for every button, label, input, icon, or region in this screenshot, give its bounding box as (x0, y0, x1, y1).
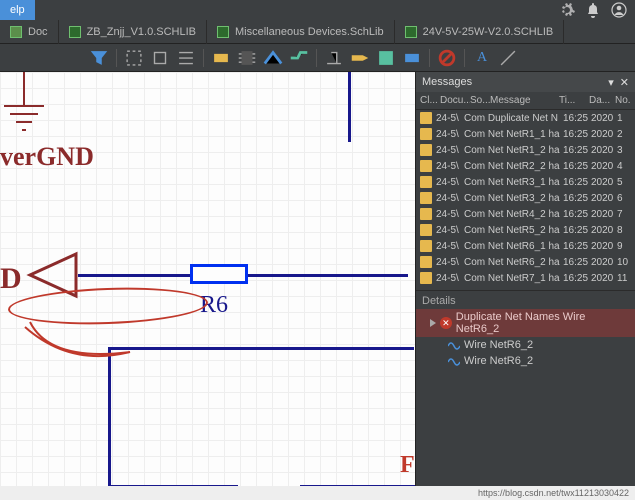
folder-icon (420, 128, 432, 140)
message-row[interactable]: 24-5\Com Net NetR7_1 ha16:25202011 (416, 270, 635, 286)
place-ic-icon[interactable] (236, 47, 258, 69)
wire-top-right (348, 72, 351, 142)
folder-icon (420, 160, 432, 172)
message-row[interactable]: 24-5\Com Net NetR1_1 ha16:2520202 (416, 126, 635, 142)
tab-label: ZB_Znjj_V1.0.SCHLIB (87, 26, 196, 38)
messages-title: Messages (422, 76, 472, 88)
document-tabs: Doc ZB_Znjj_V1.0.SCHLIB Miscellaneous De… (0, 20, 635, 44)
tab-24v[interactable]: 24V-5V-25W-V2.0.SCHLIB (395, 20, 565, 44)
menu-help[interactable]: elp (0, 0, 35, 20)
folder-icon (420, 224, 432, 236)
folder-icon (420, 256, 432, 268)
label-d: D (0, 262, 22, 296)
port-d-triangle (26, 250, 86, 300)
panel-close-icon[interactable]: ✕ (620, 76, 629, 89)
tab-label: Doc (28, 26, 48, 38)
message-row[interactable]: 24-5\Com Net NetR5_2 ha16:2520208 (416, 222, 635, 238)
messages-list[interactable]: 24-5\Com Duplicate Net N16:252020124-5\C… (416, 110, 635, 286)
detail-wire-text: Wire NetR6_2 (464, 355, 533, 367)
resistor-r6 (190, 264, 248, 284)
label-f-cut: F (400, 452, 415, 479)
line-icon[interactable] (497, 47, 519, 69)
error-icon: ✕ (440, 317, 452, 329)
message-row[interactable]: 24-5\Com Duplicate Net N16:2520201 (416, 110, 635, 126)
place-harness-icon[interactable] (401, 47, 423, 69)
message-row[interactable]: 24-5\Com Net NetR2_2 ha16:2520204 (416, 158, 635, 174)
user-icon[interactable] (611, 2, 627, 18)
text-icon[interactable]: A (471, 47, 493, 69)
expand-triangle-icon[interactable] (430, 319, 436, 327)
folder-icon (420, 112, 432, 124)
tab-misc-devices[interactable]: Miscellaneous Devices.SchLib (207, 20, 395, 44)
wire-icon (448, 341, 460, 349)
folder-icon (420, 192, 432, 204)
menubar: elp (0, 0, 635, 20)
message-row[interactable]: 24-5\Com Net NetR6_1 ha16:2520209 (416, 238, 635, 254)
power-gnd-symbol (0, 72, 70, 152)
folder-icon (420, 272, 432, 284)
panel-menu-icon[interactable]: ▾ (608, 76, 614, 89)
gear-icon[interactable] (559, 2, 575, 18)
bell-icon[interactable] (585, 2, 601, 18)
wire-rect-top (108, 347, 414, 350)
message-row[interactable]: 24-5\Com Net NetR1_2 ha16:2520203 (416, 142, 635, 158)
folder-icon (420, 176, 432, 188)
detail-wire-row[interactable]: Wire NetR6_2 (416, 337, 635, 353)
place-wire-icon[interactable] (262, 47, 284, 69)
message-row[interactable]: 24-5\Com Net NetR4_2 ha16:2520207 (416, 206, 635, 222)
tab-label: Miscellaneous Devices.SchLib (235, 26, 384, 38)
select-icon[interactable] (123, 47, 145, 69)
detail-wire-row[interactable]: Wire NetR6_2 (416, 353, 635, 369)
label-r6: R6 (200, 292, 228, 319)
detail-error-row[interactable]: ✕ Duplicate Net Names Wire NetR6_2 (416, 309, 635, 337)
messages-panel-header[interactable]: Messages ▾ ✕ (416, 72, 635, 92)
wire-rect-left (108, 347, 111, 486)
messages-panel: Messages ▾ ✕ Cl... Docu... So... Message… (415, 72, 635, 486)
message-row[interactable]: 24-5\Com Net NetR6_2 ha16:25202010 (416, 254, 635, 270)
schematic-canvas[interactable]: verGND D R6 F (0, 72, 415, 486)
schematic-toolbar: A (0, 44, 635, 72)
tab-label: 24V-5V-25W-V2.0.SCHLIB (423, 26, 554, 38)
status-url: https://blog.csdn.net/twx11213030422 (478, 488, 629, 498)
move-icon[interactable] (149, 47, 171, 69)
folder-icon (420, 240, 432, 252)
place-part-icon[interactable] (210, 47, 232, 69)
folder-icon (420, 144, 432, 156)
place-port-icon[interactable] (349, 47, 371, 69)
message-row[interactable]: 24-5\Com Net NetR3_2 ha16:2520206 (416, 190, 635, 206)
filter-icon[interactable] (88, 47, 110, 69)
no-erc-icon[interactable] (436, 47, 458, 69)
statusbar: https://blog.csdn.net/twx11213030422 (0, 486, 635, 500)
place-sheet-icon[interactable] (375, 47, 397, 69)
place-net-icon[interactable] (323, 47, 345, 69)
tab-zb-znjj[interactable]: ZB_Znjj_V1.0.SCHLIB (59, 20, 207, 44)
place-bus-icon[interactable] (288, 47, 310, 69)
label-vergnd: verGND (0, 142, 94, 172)
message-row[interactable]: 24-5\Com Net NetR3_1 ha16:2520205 (416, 174, 635, 190)
folder-icon (420, 208, 432, 220)
tab-doc[interactable]: Doc (0, 20, 59, 44)
align-icon[interactable] (175, 47, 197, 69)
detail-error-text: Duplicate Net Names Wire NetR6_2 (456, 311, 629, 335)
wire-icon (448, 357, 460, 365)
messages-column-header[interactable]: Cl... Docu... So... Message Ti... Da... … (416, 92, 635, 110)
details-header: Details (416, 290, 635, 309)
detail-wire-text: Wire NetR6_2 (464, 339, 533, 351)
